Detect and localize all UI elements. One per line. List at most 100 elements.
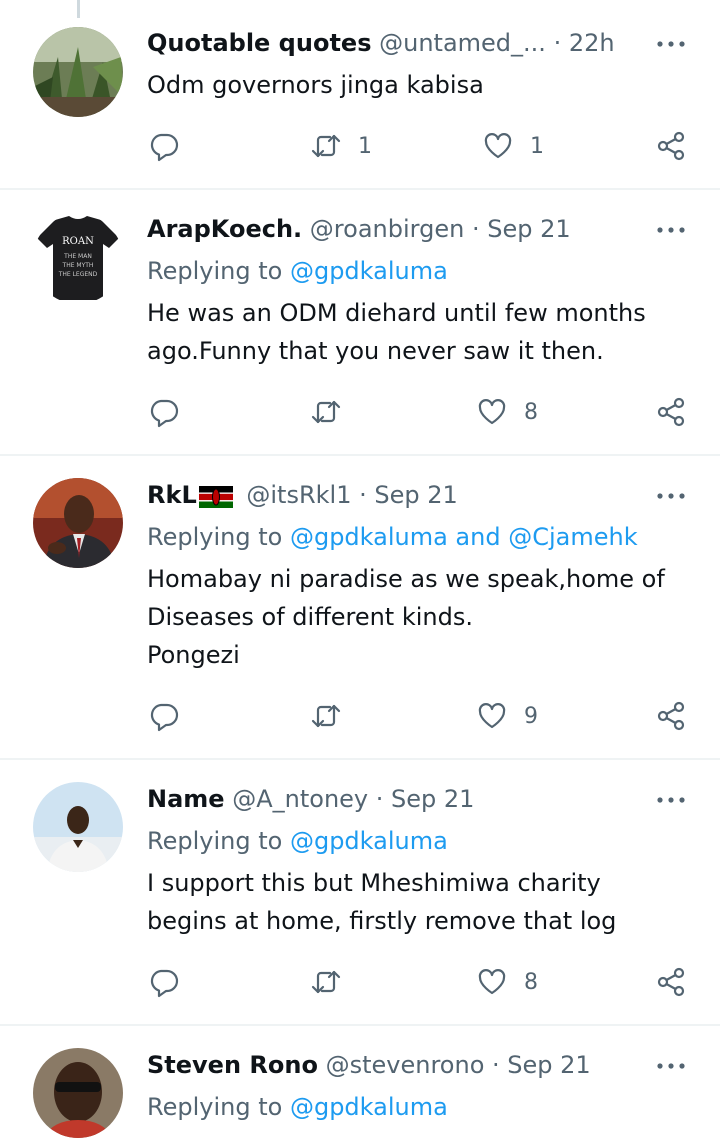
avatar[interactable] — [33, 1048, 123, 1138]
retweet-button[interactable]: 1 — [310, 126, 372, 166]
share-button[interactable] — [655, 696, 687, 736]
author-handle[interactable]: @A_ntoney — [232, 785, 368, 813]
timestamp[interactable]: Sep 21 — [487, 215, 570, 243]
reply-button[interactable] — [148, 696, 180, 736]
like-count: 8 — [524, 399, 538, 425]
separator-dot: · — [359, 481, 367, 509]
mention-link[interactable]: @gpdkaluma — [290, 827, 448, 855]
tweet-header: Quotable quotes @untamed_... · 22h — [147, 28, 660, 58]
replying-to-label: Replying to — [147, 257, 283, 285]
like-button[interactable]: 9 — [476, 696, 538, 736]
author-handle[interactable]: @stevenrono — [326, 1051, 485, 1079]
author-handle[interactable]: @roanbirgen — [310, 215, 465, 243]
tweet-text: I support this but Mheshimiwa charity be… — [147, 869, 617, 935]
author-handle[interactable]: @itsRkl1 — [246, 481, 351, 509]
retweet-icon — [311, 400, 341, 424]
avatar[interactable]: ROAN THE MAN THE MYTH THE LEGEND — [33, 214, 123, 304]
retweet-button[interactable] — [310, 696, 342, 736]
retweet-button[interactable] — [310, 392, 342, 432]
like-button[interactable]: 8 — [476, 962, 538, 1002]
tweet[interactable]: Steven Rono @stevenrono · Sep 21 Replyin… — [0, 1026, 720, 1143]
shirt-text-line: THE MAN — [63, 253, 92, 260]
tweet-header: Name @A_ntoney · Sep 21 — [147, 784, 660, 814]
more-icon[interactable] — [655, 787, 687, 817]
author-name[interactable]: Quotable quotes — [147, 29, 371, 57]
timestamp[interactable]: Sep 21 — [507, 1051, 590, 1079]
avatar[interactable] — [33, 27, 123, 117]
reply-button[interactable] — [148, 126, 180, 166]
shirt-text-line: ROAN — [62, 236, 94, 247]
separator-dot: · — [471, 215, 480, 243]
retweet-button[interactable] — [310, 962, 342, 1002]
timestamp[interactable]: Sep 21 — [391, 785, 474, 813]
share-button[interactable] — [655, 126, 687, 166]
mention-link[interactable]: @gpdkaluma — [290, 257, 448, 285]
tweet-actions: 1 1 — [0, 126, 720, 166]
tweet-text: Homabay ni paradise as we speak,home of … — [147, 565, 665, 669]
reply-button[interactable] — [148, 962, 180, 1002]
reply-icon — [150, 399, 179, 428]
reply-icon — [150, 703, 179, 732]
tweet[interactable]: Quotable quotes @untamed_... · 22h Odm g… — [0, 0, 720, 188]
separator-dot: · — [375, 785, 384, 813]
shirt-text-line: THE LEGEND — [58, 271, 98, 278]
replying-to-label: Replying to — [147, 1093, 283, 1121]
tweet-actions: 8 — [0, 962, 720, 1002]
more-icon[interactable] — [655, 483, 687, 513]
reply-button[interactable] — [148, 392, 180, 432]
author-name[interactable]: Steven Rono — [147, 1051, 318, 1079]
tweet-actions: 9 — [0, 696, 720, 736]
like-count: 1 — [530, 133, 544, 159]
replying-to-label: Replying to — [147, 827, 283, 855]
mention-link[interactable]: @gpdkaluma and @Cjamehk — [290, 523, 638, 551]
share-icon — [657, 967, 685, 997]
tweet-actions: 8 — [0, 392, 720, 432]
kenya-flag-icon — [198, 485, 233, 508]
author-handle[interactable]: @untamed_... — [379, 29, 546, 57]
like-count: 8 — [524, 969, 538, 995]
like-button[interactable]: 8 — [476, 392, 538, 432]
tweet-text: Odm governors jinga kabisa — [147, 71, 484, 99]
shirt-text-line: THE MYTH — [62, 262, 94, 269]
like-button[interactable]: 1 — [482, 126, 544, 166]
author-name[interactable]: ArapKoech. — [147, 215, 302, 243]
share-button[interactable] — [655, 962, 687, 1002]
more-icon[interactable] — [655, 217, 687, 247]
heart-icon — [478, 399, 506, 425]
replying-to: Replying to @gpdkaluma — [147, 1092, 448, 1122]
share-icon — [657, 131, 685, 161]
author-name[interactable]: Name — [147, 785, 225, 813]
tweet[interactable]: ROAN THE MAN THE MYTH THE LEGEND ArapKoe… — [0, 190, 720, 454]
author-name[interactable]: RkL — [147, 481, 197, 509]
share-button[interactable] — [655, 392, 687, 432]
tweet-header: ArapKoech. @roanbirgen · Sep 21 — [147, 214, 660, 244]
reply-icon — [150, 969, 179, 998]
heart-icon — [484, 133, 512, 159]
mention-link[interactable]: @gpdkaluma — [290, 1093, 448, 1121]
tweet-header: Steven Rono @stevenrono · Sep 21 — [147, 1050, 660, 1080]
like-count: 9 — [524, 703, 538, 729]
tweet-header: RkL @itsRkl1 · Sep 21 — [147, 480, 660, 510]
retweet-icon — [311, 970, 341, 994]
avatar[interactable] — [33, 478, 123, 568]
replying-to: Replying to @gpdkaluma and @Cjamehk — [147, 522, 638, 552]
avatar[interactable] — [33, 782, 123, 872]
share-icon — [657, 701, 685, 731]
separator-dot: · — [492, 1051, 500, 1079]
heart-icon — [478, 969, 506, 995]
replying-to-label: Replying to — [147, 523, 283, 551]
tweet[interactable]: RkL @itsRkl1 · Sep 21 Replying to @gpdka… — [0, 456, 720, 758]
retweet-count: 1 — [358, 133, 372, 159]
tweet[interactable]: Name @A_ntoney · Sep 21 Replying to @gpd… — [0, 760, 720, 1024]
more-icon[interactable] — [655, 1053, 687, 1083]
replying-to: Replying to @gpdkaluma — [147, 826, 448, 856]
heart-icon — [478, 703, 506, 729]
separator-dot: · — [553, 29, 562, 57]
more-icon[interactable] — [655, 31, 687, 61]
share-icon — [657, 397, 685, 427]
replying-to: Replying to @gpdkaluma — [147, 256, 448, 286]
retweet-icon — [311, 704, 341, 728]
timestamp[interactable]: Sep 21 — [374, 481, 457, 509]
tweet-text: He was an ODM diehard until few months a… — [147, 299, 646, 365]
timestamp[interactable]: 22h — [569, 29, 615, 57]
